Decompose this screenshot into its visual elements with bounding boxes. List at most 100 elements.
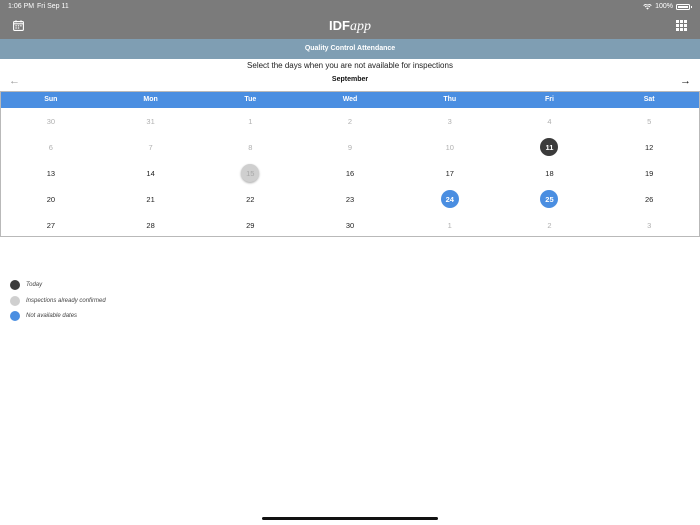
calendar-day[interactable]: 29 xyxy=(200,212,300,238)
calendar-day[interactable]: 2 xyxy=(500,212,600,238)
legend-label: Inspections already confirmed xyxy=(26,297,106,304)
calendar-day-number: 24 xyxy=(440,190,459,208)
calendar-day[interactable]: 27 xyxy=(1,212,101,238)
calendar-day[interactable]: 21 xyxy=(101,186,201,212)
calendar-day-number: 20 xyxy=(46,194,56,204)
legend-item-today: Today xyxy=(10,280,106,290)
status-time: 1:06 PM xyxy=(8,3,35,10)
calendar-day-number: 30 xyxy=(345,220,355,230)
calendar-day-number: 22 xyxy=(246,194,255,204)
next-month-arrow-icon[interactable]: → xyxy=(680,74,691,88)
status-indicators: 100% xyxy=(643,3,692,10)
calendar-day-number: 7 xyxy=(148,142,153,152)
calendar-day[interactable]: 12 xyxy=(599,134,699,160)
app-title-strong: IDF xyxy=(329,18,350,33)
calendar-day[interactable]: 16 xyxy=(300,160,400,186)
calendar-day[interactable]: 19 xyxy=(599,160,699,186)
calendar-day-number: 10 xyxy=(445,142,454,152)
calendar-day[interactable]: 18 xyxy=(500,160,600,186)
calendar-day-number: 13 xyxy=(46,168,56,178)
calendar-day-number: 11 xyxy=(540,138,559,156)
weekday-label: Sun xyxy=(44,96,58,103)
calendar-day[interactable]: 9 xyxy=(300,134,400,160)
calendar-day[interactable]: 7 xyxy=(101,134,201,160)
calendar-day-number: 12 xyxy=(645,142,654,152)
weekday-label: Fri xyxy=(544,96,554,103)
weekday-label: Mon xyxy=(143,96,158,103)
calendar-day[interactable]: 5 xyxy=(599,108,699,134)
calendar-day[interactable]: 6 xyxy=(1,134,101,160)
weekday-label: Tue xyxy=(244,96,257,103)
calendar-day-number: 16 xyxy=(345,168,355,178)
calendar-day-number: 17 xyxy=(445,168,454,178)
calendar-day[interactable]: 30 xyxy=(300,212,400,238)
calendar-week-row: 6 7 8 9 10 11 12 xyxy=(1,134,699,160)
calendar-day[interactable]: 15 xyxy=(200,160,300,186)
calendar-day-number: 1 xyxy=(447,220,452,230)
legend-item-confirmed: Inspections already confirmed xyxy=(10,295,106,306)
legend: Today Inspections already confirmed Not … xyxy=(10,280,106,327)
weekday-label: Thu xyxy=(443,96,457,103)
calendar-day-number: 29 xyxy=(246,220,255,230)
calendar-day-number: 25 xyxy=(540,190,559,208)
calendar-day[interactable]: 3 xyxy=(599,212,699,238)
weekday-label: Sat xyxy=(643,96,655,103)
calendar-day[interactable]: 24 xyxy=(400,186,500,212)
calendar-day-number: 30 xyxy=(46,116,56,126)
calendar-day[interactable]: 2 xyxy=(300,108,400,134)
calendar-day-number: 21 xyxy=(146,194,155,204)
weekday-label: Wed xyxy=(342,96,358,103)
calendar-day[interactable]: 3 xyxy=(400,108,500,134)
calendar-week-row: 27 28 29 30 1 2 3 xyxy=(1,212,699,238)
calendar-day[interactable]: 11 xyxy=(500,134,600,160)
battery-percent: 100% xyxy=(655,3,673,10)
calendar-day-number: 28 xyxy=(146,220,155,230)
calendar-day[interactable]: 10 xyxy=(400,134,500,160)
calendar-day-number: 23 xyxy=(345,194,355,204)
calendar-day-number: 18 xyxy=(545,168,554,178)
legend-item-not-available: Not available dates xyxy=(10,311,106,321)
calendar-day-number: 15 xyxy=(241,164,260,182)
calendar-day[interactable]: 1 xyxy=(400,212,500,238)
legend-dot-today xyxy=(10,280,20,290)
calendar-weeks: 30 31 1 2 3 4 5 6 7 8 9 10 11 12 13 14 15 16 17 18 19 20 21 22 2… xyxy=(1,108,699,238)
calendar-day-number: 2 xyxy=(347,116,353,126)
calendar-day-number: 1 xyxy=(248,116,253,126)
calendar-week-row: 13 14 15 16 17 18 19 xyxy=(1,160,699,186)
calendar-day[interactable]: 14 xyxy=(101,160,201,186)
calendar-day[interactable]: 31 xyxy=(101,108,201,134)
calendar-day[interactable]: 28 xyxy=(101,212,201,238)
home-indicator[interactable] xyxy=(262,517,438,520)
status-bar: 1:06 PM Fri Sep 11 100% xyxy=(0,0,700,13)
grid-icon[interactable] xyxy=(676,20,687,31)
calendar-day[interactable]: 30 xyxy=(1,108,101,134)
legend-label: Not available dates xyxy=(26,313,78,319)
calendar-day[interactable]: 25 xyxy=(500,186,600,212)
calendar-day[interactable]: 20 xyxy=(1,186,101,212)
calendar-day[interactable]: 23 xyxy=(300,186,400,212)
status-date: Fri Sep 11 xyxy=(37,3,69,10)
calendar-day[interactable]: 8 xyxy=(200,134,300,160)
legend-dot-confirmed xyxy=(10,295,20,306)
calendar-day-number: 26 xyxy=(645,194,654,204)
calendar-day[interactable]: 4 xyxy=(500,108,600,134)
legend-dot-not-available xyxy=(10,311,20,321)
calendar-day-number: 8 xyxy=(248,142,253,152)
weekday-header: Sun Mon Tue Wed Thu Fri Sat xyxy=(1,92,699,108)
calendar-day-number: 3 xyxy=(647,220,652,230)
calendar-day[interactable]: 26 xyxy=(599,186,699,212)
calendar-day[interactable]: 1 xyxy=(200,108,300,134)
calendar-day-number: 3 xyxy=(447,116,452,126)
calendar-day[interactable]: 13 xyxy=(1,160,101,186)
calendar-day[interactable]: 17 xyxy=(400,160,500,186)
month-label: September xyxy=(331,76,369,83)
calendar-day[interactable]: 22 xyxy=(200,186,300,212)
calendar-day-number: 14 xyxy=(146,168,155,178)
legend-label: Today xyxy=(26,282,43,288)
nav-bar: IDFapp xyxy=(0,13,700,39)
section-header: Quality Control Attendance xyxy=(0,39,700,59)
app-title-script: app xyxy=(349,19,371,34)
calendar-day-number: 31 xyxy=(146,116,155,126)
calendar-day-number: 6 xyxy=(48,142,53,152)
calendar-day-number: 19 xyxy=(645,168,654,178)
